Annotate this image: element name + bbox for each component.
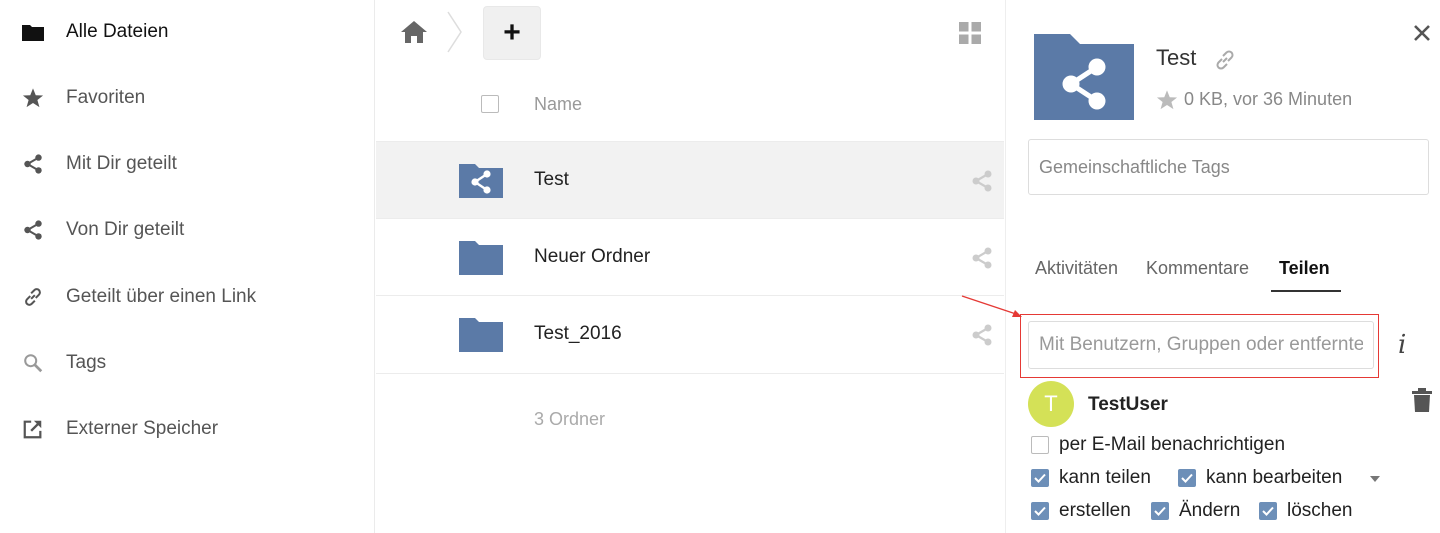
- breadcrumb-separator: [447, 11, 462, 53]
- share-icon: [22, 219, 44, 241]
- nav-tags[interactable]: Tags: [0, 341, 375, 385]
- checkbox[interactable]: [1151, 502, 1169, 520]
- file-name[interactable]: Test: [534, 169, 569, 191]
- check-icon: [1034, 473, 1046, 483]
- permission-label: per E-Mail benachrichtigen: [1059, 434, 1286, 455]
- permission-label: Ändern: [1179, 500, 1241, 521]
- nav-shared-by-you[interactable]: Von Dir geteilt: [0, 208, 375, 252]
- details-file-meta: 0 KB, vor 36 Minuten: [1184, 89, 1353, 109]
- share-icon[interactable]: [970, 323, 994, 347]
- share-icon[interactable]: [970, 246, 994, 270]
- checkbox[interactable]: [1031, 436, 1049, 454]
- check-icon: [1262, 506, 1274, 516]
- file-row[interactable]: Test: [376, 141, 1004, 218]
- nav-shared-with-you-label: Mit Dir geteilt: [66, 153, 177, 174]
- avatar: T: [1028, 381, 1074, 427]
- nav-all-files[interactable]: Alle Dateien: [0, 10, 375, 54]
- check-icon: [1034, 506, 1046, 516]
- checkbox[interactable]: [1178, 469, 1196, 487]
- permission-change[interactable]: Ändern: [1151, 500, 1240, 522]
- file-name[interactable]: Neuer Ordner: [534, 246, 650, 268]
- nav-all-files-label: Alle Dateien: [66, 21, 169, 42]
- tags-input[interactable]: [1028, 139, 1429, 195]
- share-user-name: TestUser: [1088, 394, 1168, 415]
- star-icon[interactable]: [1156, 89, 1178, 111]
- permission-label: erstellen: [1059, 500, 1131, 521]
- permission-create[interactable]: erstellen: [1031, 500, 1131, 522]
- home-button[interactable]: [398, 16, 430, 48]
- permission-label: kann bearbeiten: [1206, 467, 1343, 488]
- nav-favorites[interactable]: Favoriten: [0, 76, 375, 120]
- plus-icon: +: [503, 16, 521, 49]
- external-link-icon: [22, 418, 44, 440]
- permission-label: löschen: [1287, 500, 1353, 521]
- shared-folder-icon: [459, 164, 503, 198]
- details-file-name: Test: [1156, 45, 1197, 70]
- new-file-button[interactable]: +: [483, 6, 541, 60]
- permission-label: kann teilen: [1059, 467, 1151, 488]
- check-icon: [1181, 473, 1193, 483]
- permission-notify-email[interactable]: per E-Mail benachrichtigen: [1031, 434, 1285, 456]
- link-icon: [22, 286, 44, 308]
- share-with-input[interactable]: [1028, 321, 1374, 369]
- nav-tags-label: Tags: [66, 352, 107, 373]
- checkbox[interactable]: [1031, 502, 1049, 520]
- nav-shared-with-you[interactable]: Mit Dir geteilt: [0, 142, 375, 186]
- annotation-arrow-icon: [961, 295, 1022, 317]
- star-icon: [22, 87, 44, 109]
- list-divider: [376, 373, 1004, 374]
- column-header-name[interactable]: Name: [534, 94, 582, 115]
- permission-delete[interactable]: löschen: [1259, 500, 1353, 522]
- share-icon: [22, 153, 44, 175]
- permission-can-share[interactable]: kann teilen: [1031, 467, 1151, 489]
- home-icon: [401, 21, 427, 43]
- tab-sharing[interactable]: Teilen: [1279, 258, 1330, 279]
- check-icon: [1154, 506, 1166, 516]
- tab-activities[interactable]: Aktivitäten: [1035, 258, 1118, 279]
- checkbox[interactable]: [1259, 502, 1277, 520]
- folder-icon: [459, 241, 503, 275]
- folder-icon: [459, 318, 503, 352]
- info-icon[interactable]: i: [1398, 330, 1418, 360]
- search-icon: [22, 352, 44, 374]
- shared-folder-icon: [1034, 34, 1134, 120]
- link-icon[interactable]: [1213, 48, 1237, 72]
- active-tab-indicator: [1271, 290, 1341, 292]
- checkbox[interactable]: [1031, 469, 1049, 487]
- share-icon[interactable]: [970, 169, 994, 193]
- nav-shared-by-link-label: Geteilt über einen Link: [66, 286, 257, 307]
- grid-view-icon[interactable]: [959, 22, 981, 44]
- permission-can-edit[interactable]: kann bearbeiten: [1178, 467, 1342, 489]
- file-name[interactable]: Test_2016: [534, 323, 622, 345]
- avatar-initial: T: [1044, 391, 1058, 416]
- trash-icon[interactable]: [1411, 388, 1433, 412]
- nav-shared-by-you-label: Von Dir geteilt: [66, 219, 185, 240]
- tab-comments[interactable]: Kommentare: [1146, 258, 1249, 279]
- nav-external-storage-label: Externer Speicher: [66, 418, 219, 439]
- file-row[interactable]: Test_2016: [376, 295, 1004, 372]
- app-navigation: Alle Dateien Favoriten Mit Dir geteilt V…: [0, 0, 375, 533]
- nav-external-storage[interactable]: Externer Speicher: [0, 407, 375, 451]
- folder-icon: [22, 21, 44, 43]
- nav-favorites-label: Favoriten: [66, 87, 146, 108]
- file-summary: 3 Ordner: [534, 409, 606, 429]
- file-row[interactable]: Neuer Ordner: [376, 218, 1004, 295]
- nav-shared-by-link[interactable]: Geteilt über einen Link: [0, 275, 375, 319]
- close-icon[interactable]: [1411, 22, 1433, 44]
- chevron-down-icon[interactable]: [1368, 474, 1382, 484]
- select-all-checkbox[interactable]: [481, 95, 499, 113]
